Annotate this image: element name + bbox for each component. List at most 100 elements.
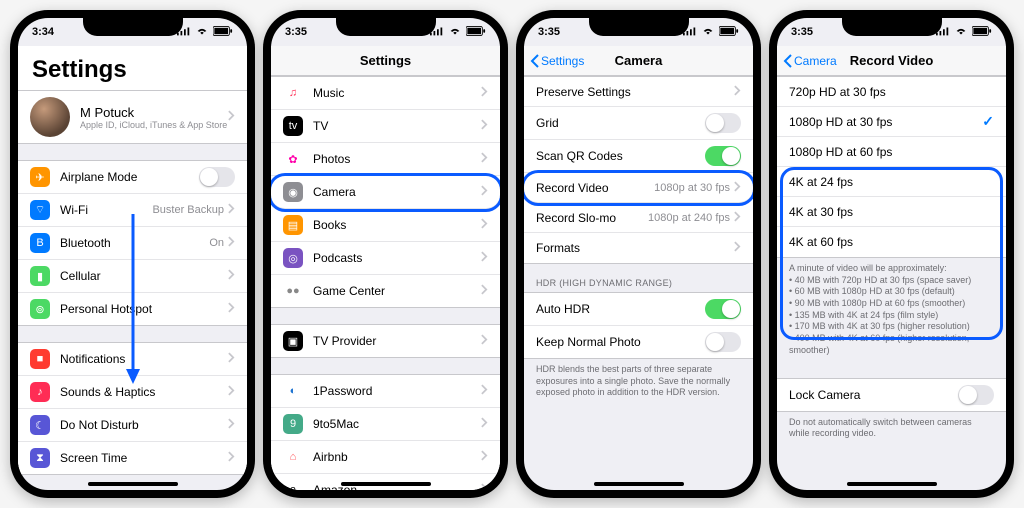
cell-label: Do Not Disturb <box>60 418 228 432</box>
toggle[interactable] <box>705 332 741 352</box>
cell-label: Airplane Mode <box>60 170 199 184</box>
cell-do-not-disturb[interactable]: ☾Do Not Disturb <box>18 409 247 442</box>
nav-bar: Settings Camera <box>524 46 753 76</box>
chevron-right-icon <box>481 185 488 199</box>
cell-keep-normal-photo[interactable]: Keep Normal Photo <box>524 326 753 358</box>
app-icon: ●● <box>283 281 303 301</box>
cell-1password[interactable]: ◐1Password <box>271 375 500 408</box>
status-time: 3:35 <box>538 26 560 38</box>
cell-label: Grid <box>536 116 705 130</box>
cell-books[interactable]: ▤ Books <box>271 209 500 242</box>
cell-auto-hdr[interactable]: Auto HDR <box>524 293 753 326</box>
cell-wi-fi[interactable]: ⌔Wi-FiBuster Backup <box>18 194 247 227</box>
cell-9to5mac[interactable]: 99to5Mac <box>271 408 500 441</box>
cell-label: Game Center <box>313 284 481 298</box>
record-video-settings[interactable]: 720p HD at 30 fps1080p HD at 30 fps✓ 1080… <box>777 76 1006 490</box>
cell-game-center[interactable]: ●● Game Center <box>271 275 500 307</box>
cell-notifications[interactable]: ■Notifications <box>18 343 247 376</box>
cell-label: Sounds & Haptics <box>60 385 228 399</box>
cell-record-slo-mo[interactable]: Record Slo-mo1080p at 240 fps <box>524 203 753 233</box>
cell-cellular[interactable]: ▮Cellular <box>18 260 247 293</box>
status-time: 3:34 <box>32 26 54 38</box>
cell-screen-time[interactable]: ⧗Screen Time <box>18 442 247 474</box>
chevron-right-icon <box>481 152 488 166</box>
app-icon: 9 <box>283 414 303 434</box>
cell-airbnb[interactable]: ⌂ Airbnb <box>271 441 500 474</box>
cell-tv[interactable]: tvTV <box>271 110 500 143</box>
cell-preserve-settings[interactable]: Preserve Settings <box>524 77 753 107</box>
app-icon: ⌂ <box>283 447 303 467</box>
cell-lock-camera[interactable]: Lock Camera <box>777 379 1006 411</box>
back-button[interactable]: Settings <box>530 54 584 68</box>
app-icon: ◉ <box>283 182 303 202</box>
apple-id-cell[interactable]: M Potuck Apple ID, iCloud, iTunes & App … <box>18 91 247 143</box>
cell-label: Books <box>313 218 481 232</box>
chevron-right-icon <box>481 86 488 100</box>
profile-name: M Potuck <box>80 105 228 120</box>
cell-record-video[interactable]: Record Video1080p at 30 fps <box>524 173 753 203</box>
chevron-right-icon <box>228 269 235 283</box>
cell-4k-at-24-fps[interactable]: 4K at 24 fps <box>777 167 1006 197</box>
chevron-right-icon <box>481 119 488 133</box>
chevron-right-icon <box>481 334 488 348</box>
chevron-right-icon <box>228 203 235 217</box>
cell-music[interactable]: ♫Music <box>271 77 500 110</box>
home-indicator[interactable] <box>88 482 178 486</box>
cell-personal-hotspot[interactable]: ⊚Personal Hotspot <box>18 293 247 325</box>
app-icon: ♪ <box>30 382 50 402</box>
cell-720p-hd-at-30-fps[interactable]: 720p HD at 30 fps <box>777 77 1006 107</box>
status-time: 3:35 <box>791 26 813 38</box>
nav-bar: Camera Record Video <box>777 46 1006 76</box>
app-icon: ⊚ <box>30 299 50 319</box>
toggle[interactable] <box>958 385 994 405</box>
hdr-header: HDR (HIGH DYNAMIC RANGE) <box>524 264 753 292</box>
back-label: Camera <box>794 54 837 68</box>
chevron-right-icon <box>481 251 488 265</box>
cell-4k-at-60-fps[interactable]: 4K at 60 fps <box>777 227 1006 257</box>
cell-label: Record Video <box>536 181 654 195</box>
cell-tv-provider[interactable]: ▣TV Provider <box>271 325 500 357</box>
camera-settings[interactable]: Preserve SettingsGridScan QR CodesRecord… <box>524 76 753 490</box>
cell-label: Screen Time <box>60 451 228 465</box>
cell-sounds-haptics[interactable]: ♪ Sounds & Haptics <box>18 376 247 409</box>
settings-apps[interactable]: ♫MusictvTV✿Photos◉Camera▤Books◎Podcasts●… <box>271 76 500 490</box>
toggle[interactable] <box>705 146 741 166</box>
cell-detail: 1080p at 30 fps <box>654 182 730 194</box>
home-indicator[interactable] <box>594 482 684 486</box>
cell-label: Airbnb <box>313 450 481 464</box>
cell-airplane-mode[interactable]: ✈Airplane Mode <box>18 161 247 194</box>
cell-podcasts[interactable]: ◎Podcasts <box>271 242 500 275</box>
cell-1080p-hd-at-60-fps[interactable]: 1080p HD at 60 fps <box>777 137 1006 167</box>
cell-4k-at-30-fps[interactable]: 4K at 30 fps <box>777 197 1006 227</box>
cell-1080p-hd-at-30-fps[interactable]: 1080p HD at 30 fps✓ <box>777 107 1006 137</box>
cell-detail: Buster Backup <box>152 204 224 216</box>
cell-bluetooth[interactable]: BBluetoothOn <box>18 227 247 260</box>
cell-label: Cellular <box>60 269 228 283</box>
toggle[interactable] <box>199 167 235 187</box>
page-title: Settings <box>18 46 247 90</box>
home-indicator[interactable] <box>341 482 431 486</box>
cell-formats[interactable]: Formats <box>524 233 753 263</box>
back-button[interactable]: Camera <box>783 54 837 68</box>
cell-label: 1080p HD at 60 fps <box>789 145 994 159</box>
chevron-right-icon <box>481 417 488 431</box>
cell-scan-qr-codes[interactable]: Scan QR Codes <box>524 140 753 173</box>
app-icon: ▤ <box>283 215 303 235</box>
cell-label: 4K at 24 fps <box>789 175 994 189</box>
app-icon: ◎ <box>283 248 303 268</box>
phone-1: 3:34 Settings M Potuck Apple ID, iCloud,… <box>10 10 255 498</box>
toggle[interactable] <box>705 299 741 319</box>
home-indicator[interactable] <box>847 482 937 486</box>
toggle[interactable] <box>705 113 741 133</box>
cell-photos[interactable]: ✿Photos <box>271 143 500 176</box>
cell-camera[interactable]: ◉Camera <box>271 176 500 209</box>
chevron-right-icon <box>481 450 488 464</box>
cell-label: Auto HDR <box>536 302 705 316</box>
cell-label: Formats <box>536 241 734 255</box>
app-icon: a <box>283 480 303 490</box>
chevron-right-icon <box>734 181 741 195</box>
chevron-right-icon <box>734 211 741 225</box>
settings-root[interactable]: Settings M Potuck Apple ID, iCloud, iTun… <box>18 46 247 490</box>
cell-label: Preserve Settings <box>536 85 734 99</box>
cell-grid[interactable]: Grid <box>524 107 753 140</box>
